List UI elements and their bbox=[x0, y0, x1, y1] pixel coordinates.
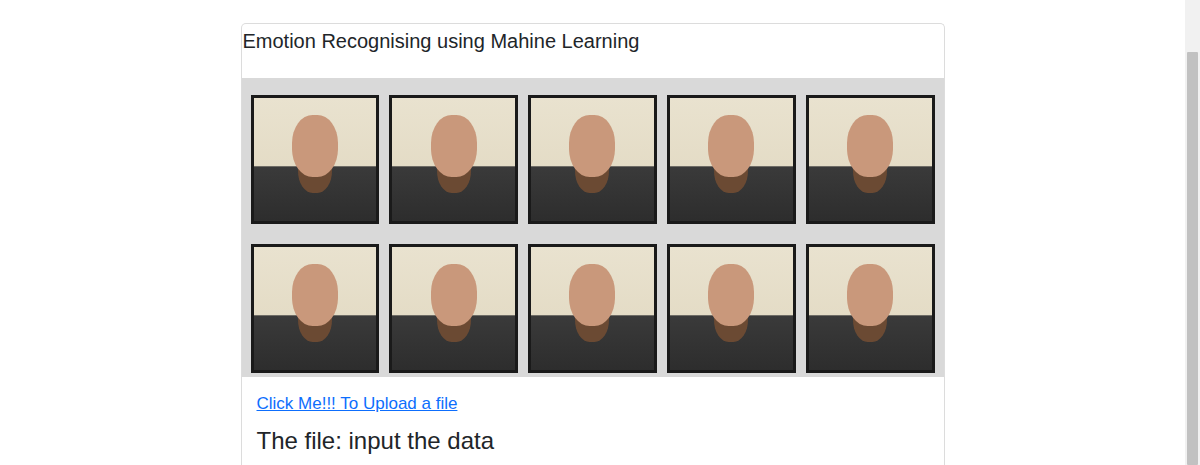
photo-frame bbox=[528, 244, 657, 373]
photo-frame bbox=[667, 95, 796, 224]
face-icon bbox=[708, 264, 754, 326]
photo-frame bbox=[389, 95, 518, 224]
photo-frame bbox=[806, 244, 935, 373]
file-heading: The file: input the data bbox=[257, 427, 944, 456]
photo-frame bbox=[806, 95, 935, 224]
face-icon bbox=[431, 115, 477, 177]
emotions-photo bbox=[242, 78, 944, 377]
face-icon bbox=[847, 115, 893, 177]
photo-frame bbox=[528, 95, 657, 224]
photo-frame bbox=[667, 244, 796, 373]
main-card: Emotion Recognising using Mahine Learnin… bbox=[241, 23, 945, 465]
scrollbar-thumb[interactable] bbox=[1187, 52, 1198, 465]
scrollbar[interactable] bbox=[1185, 0, 1200, 465]
face-icon bbox=[292, 264, 338, 326]
face-icon bbox=[569, 264, 615, 326]
face-icon bbox=[569, 115, 615, 177]
photo-frame bbox=[251, 95, 380, 224]
upload-link[interactable]: Click Me!!! To Upload a file bbox=[257, 391, 458, 417]
face-icon bbox=[431, 264, 477, 326]
face-icon bbox=[708, 115, 754, 177]
photo-frame bbox=[389, 244, 518, 373]
page-title: Emotion Recognising using Mahine Learnin… bbox=[242, 24, 944, 55]
face-icon bbox=[847, 264, 893, 326]
face-icon bbox=[292, 115, 338, 177]
photo-frame bbox=[251, 244, 380, 373]
